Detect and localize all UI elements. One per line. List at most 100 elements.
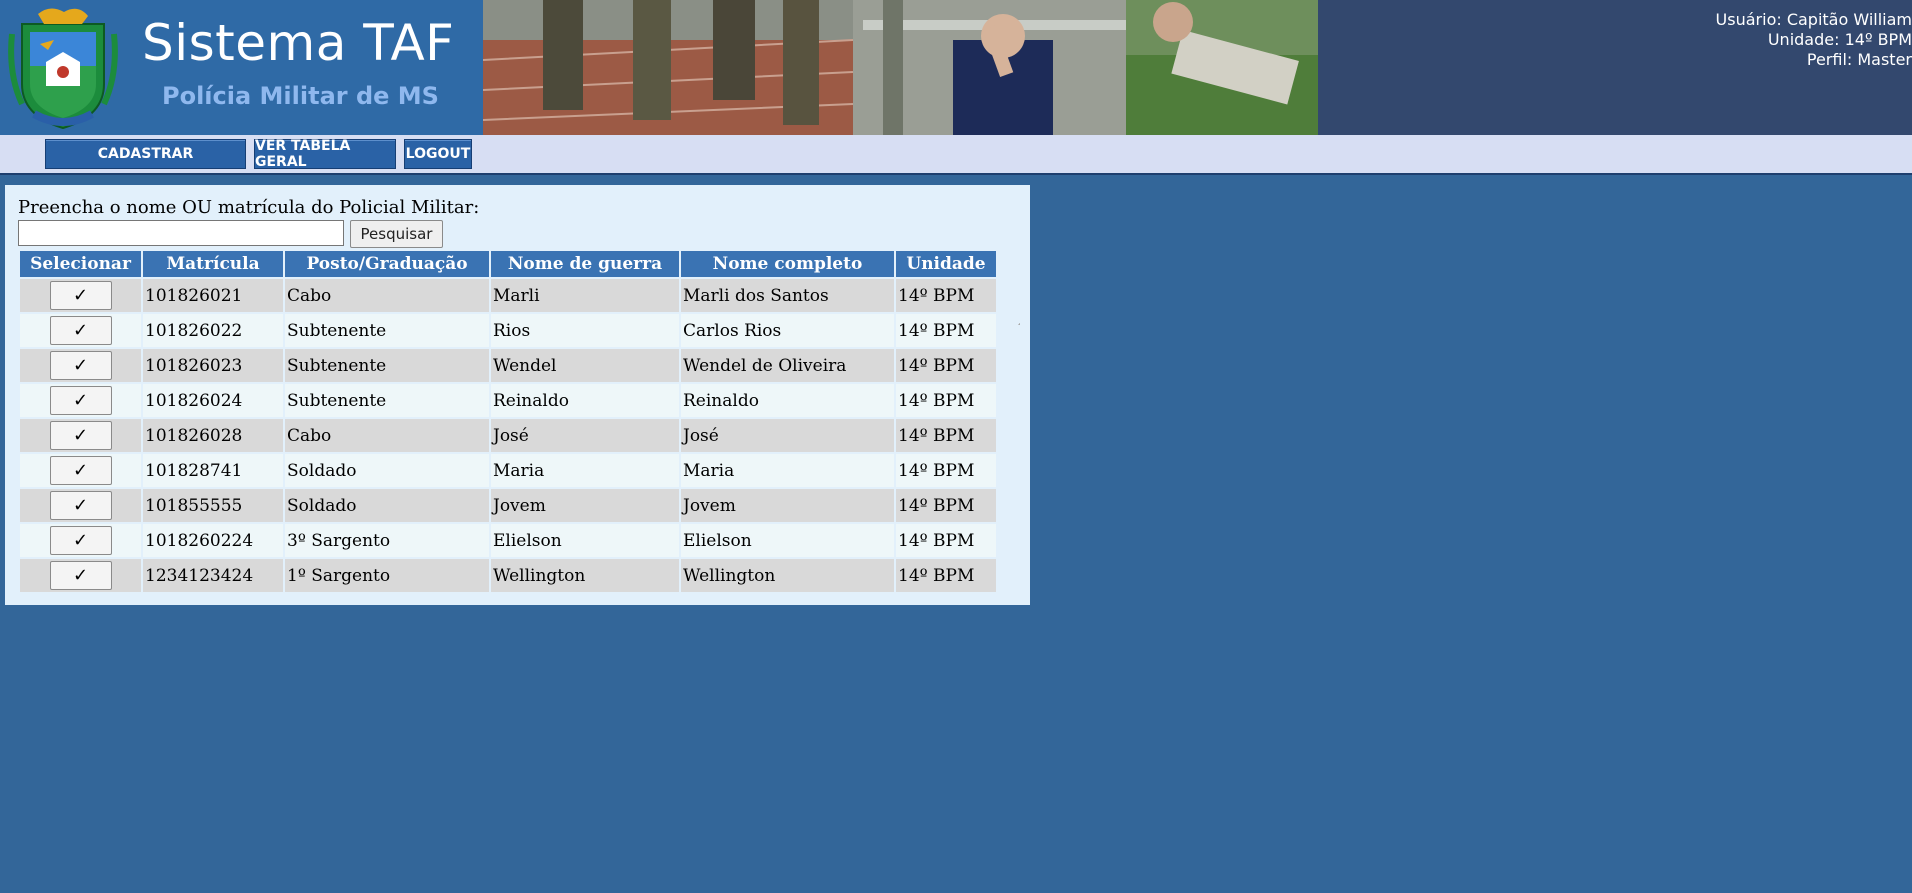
- crest-logo: [8, 8, 118, 130]
- col-matricula: Matrícula: [143, 251, 283, 277]
- col-nome-guerra: Nome de guerra: [491, 251, 679, 277]
- nome-guerra-cell: Reinaldo: [491, 384, 679, 417]
- nome-completo-cell: Maria: [681, 454, 894, 487]
- ver-tabela-geral-button[interactable]: VER TABELA GERAL: [254, 138, 396, 170]
- unidade-cell: 14º BPM: [896, 559, 996, 592]
- posto-cell: Soldado: [285, 489, 489, 522]
- unidade-cell: 14º BPM: [896, 349, 996, 382]
- nome-completo-cell: Marli dos Santos: [681, 279, 894, 312]
- select-cell: ✓: [20, 384, 141, 417]
- app-subtitle: Polícia Militar de MS: [162, 82, 439, 110]
- brand-area: Sistema TAF Polícia Militar de MS: [0, 0, 483, 135]
- select-cell: ✓: [20, 349, 141, 382]
- matricula-cell: 101828741: [143, 454, 283, 487]
- table-row: ✓ 101826022 Subtenente Rios Carlos Rios …: [20, 314, 996, 347]
- select-cell: ✓: [20, 314, 141, 347]
- select-cell: ✓: [20, 419, 141, 452]
- select-button[interactable]: ✓: [49, 281, 112, 310]
- select-button[interactable]: ✓: [49, 491, 112, 520]
- table-row: ✓ 101828741 Soldado Maria Maria 14º BPM: [20, 454, 996, 487]
- logout-button[interactable]: LOGOUT: [404, 139, 472, 169]
- posto-cell: Subtenente: [285, 384, 489, 417]
- posto-cell: Soldado: [285, 454, 489, 487]
- matricula-cell: 1234123424: [143, 559, 283, 592]
- matricula-cell: 101826024: [143, 384, 283, 417]
- select-cell: ✓: [20, 524, 141, 557]
- select-button[interactable]: ✓: [49, 386, 112, 415]
- nome-guerra-cell: Wendel: [491, 349, 679, 382]
- col-selecionar: Selecionar: [20, 251, 141, 277]
- posto-cell: 3º Sargento: [285, 524, 489, 557]
- table-row: ✓ 101826028 Cabo José José 14º BPM: [20, 419, 996, 452]
- select-button[interactable]: ✓: [49, 351, 112, 380]
- user-unit: Unidade: 14º BPM: [1767, 30, 1912, 49]
- table-row: ✓ 101826021 Cabo Marli Marli dos Santos …: [20, 279, 996, 312]
- search-input[interactable]: [18, 220, 344, 246]
- page-header: Sistema TAF Polícia Militar de MS Usuári…: [0, 0, 1912, 135]
- matricula-cell: 101855555: [143, 489, 283, 522]
- nome-guerra-cell: Rios: [491, 314, 679, 347]
- table-row: ✓ 101826024 Subtenente Reinaldo Reinaldo…: [20, 384, 996, 417]
- select-button[interactable]: ✓: [49, 526, 112, 555]
- nav-bar: CADASTRAR VER TABELA GERAL LOGOUT: [0, 135, 1912, 175]
- results-table-container[interactable]: Selecionar Matrícula Posto/Graduação Nom…: [18, 249, 1020, 599]
- table-row: ✓ 1018260224 3º Sargento Elielson Eliels…: [20, 524, 996, 557]
- user-profile: Perfil: Master: [1806, 50, 1912, 69]
- nome-guerra-cell: Marli: [491, 279, 679, 312]
- matricula-cell: 101826023: [143, 349, 283, 382]
- select-button[interactable]: ✓: [49, 456, 112, 485]
- posto-cell: Subtenente: [285, 314, 489, 347]
- col-unidade: Unidade: [896, 251, 996, 277]
- nome-completo-cell: Wellington: [681, 559, 894, 592]
- table-row: ✓ 1234123424 1º Sargento Wellington Well…: [20, 559, 996, 592]
- app-title: Sistema TAF: [142, 14, 455, 72]
- unidade-cell: 14º BPM: [896, 314, 996, 347]
- unidade-cell: 14º BPM: [896, 279, 996, 312]
- nome-completo-cell: Jovem: [681, 489, 894, 522]
- nome-guerra-cell: Jovem: [491, 489, 679, 522]
- search-label: Preencha o nome OU matrícula do Policial…: [18, 197, 480, 218]
- matricula-cell: 101826022: [143, 314, 283, 347]
- cadastrar-button[interactable]: CADASTRAR: [45, 139, 246, 169]
- select-cell: ✓: [20, 489, 141, 522]
- select-button[interactable]: ✓: [49, 316, 112, 345]
- unidade-cell: 14º BPM: [896, 419, 996, 452]
- nome-completo-cell: Wendel de Oliveira: [681, 349, 894, 382]
- select-button[interactable]: ✓: [49, 421, 112, 450]
- matricula-cell: 101826028: [143, 419, 283, 452]
- nome-completo-cell: Elielson: [681, 524, 894, 557]
- col-nome-completo: Nome completo: [681, 251, 894, 277]
- banner-photos: [483, 0, 1318, 135]
- posto-cell: Cabo: [285, 419, 489, 452]
- table-row: ✓ 101826023 Subtenente Wendel Wendel de …: [20, 349, 996, 382]
- table-header-row: Selecionar Matrícula Posto/Graduação Nom…: [20, 251, 996, 277]
- nome-guerra-cell: Wellington: [491, 559, 679, 592]
- unidade-cell: 14º BPM: [896, 524, 996, 557]
- nome-guerra-cell: Maria: [491, 454, 679, 487]
- unidade-cell: 14º BPM: [896, 384, 996, 417]
- posto-cell: 1º Sargento: [285, 559, 489, 592]
- select-cell: ✓: [20, 559, 141, 592]
- matricula-cell: 101826021: [143, 279, 283, 312]
- unidade-cell: 14º BPM: [896, 489, 996, 522]
- nome-guerra-cell: Elielson: [491, 524, 679, 557]
- results-table: Selecionar Matrícula Posto/Graduação Nom…: [18, 249, 998, 594]
- posto-cell: Subtenente: [285, 349, 489, 382]
- col-posto: Posto/Graduação: [285, 251, 489, 277]
- search-panel: Preencha o nome OU matrícula do Policial…: [5, 185, 1030, 605]
- posto-cell: Cabo: [285, 279, 489, 312]
- table-row: ✓ 101855555 Soldado Jovem Jovem 14º BPM: [20, 489, 996, 522]
- nome-completo-cell: Reinaldo: [681, 384, 894, 417]
- select-button[interactable]: ✓: [49, 561, 112, 590]
- nome-completo-cell: José: [681, 419, 894, 452]
- nome-completo-cell: Carlos Rios: [681, 314, 894, 347]
- unidade-cell: 14º BPM: [896, 454, 996, 487]
- nome-guerra-cell: José: [491, 419, 679, 452]
- select-cell: ✓: [20, 454, 141, 487]
- user-name: Usuário: Capitão William: [1715, 10, 1912, 29]
- select-cell: ✓: [20, 279, 141, 312]
- matricula-cell: 1018260224: [143, 524, 283, 557]
- scroll-up-arrow-icon[interactable]: [1018, 319, 1020, 325]
- user-info: Usuário: Capitão William Unidade: 14º BP…: [1716, 10, 1912, 70]
- search-button[interactable]: Pesquisar: [350, 220, 443, 248]
